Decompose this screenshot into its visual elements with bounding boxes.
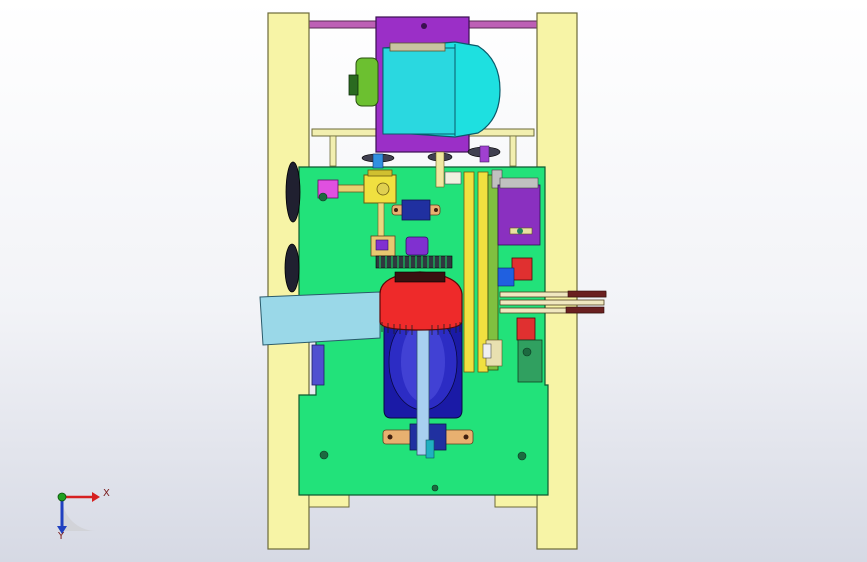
bracket-top-plate — [499, 177, 539, 189]
y-axis-label: Y — [58, 531, 65, 542]
mount-bolt — [421, 23, 427, 29]
red-block-upper — [511, 257, 533, 281]
gearbox-cap — [367, 169, 393, 177]
motor-nameplate — [389, 42, 446, 52]
small-bracket — [444, 171, 462, 185]
motor-shaft — [348, 74, 359, 96]
side-block — [311, 344, 325, 386]
spur-gear-train — [375, 255, 453, 269]
top-pulley-2-shaft — [435, 151, 445, 188]
cad-viewport[interactable]: X Y — [0, 0, 867, 562]
hanger-clip — [482, 343, 492, 359]
machine-assembly-drawing[interactable] — [0, 0, 867, 562]
axis-triad — [57, 492, 100, 534]
triad-plane-shadow — [62, 497, 96, 531]
purple-gear — [405, 236, 429, 256]
bracket-pin — [517, 228, 523, 234]
motor-housing — [382, 47, 456, 135]
top-pulley-1-hub — [372, 153, 384, 169]
gear-coupling-hub — [375, 239, 389, 251]
frame-foot-left — [308, 494, 350, 508]
top-pulley-3-hub — [479, 145, 490, 163]
crossbar-post-left — [329, 135, 337, 167]
red-drum-hub — [394, 271, 446, 283]
x-axis-label: X — [103, 488, 110, 499]
blue-slider — [497, 267, 515, 287]
purple-bracket — [497, 184, 541, 246]
motor-pulley — [355, 57, 379, 107]
gearbox-bearing — [376, 182, 390, 196]
frame-foot-right — [494, 494, 538, 508]
lower-green-block — [517, 339, 543, 383]
side-pulley-upper — [285, 161, 301, 223]
red-block-lower — [516, 317, 536, 341]
output-rods — [499, 290, 607, 314]
guide-plate — [259, 291, 381, 346]
triad-origin — [57, 492, 67, 502]
side-pulley-lower — [284, 243, 300, 293]
slide-rail-left — [463, 171, 475, 373]
main-shaft-tip — [425, 439, 435, 459]
x-arrow-head — [92, 492, 100, 502]
crossbar-post-right — [509, 135, 517, 167]
